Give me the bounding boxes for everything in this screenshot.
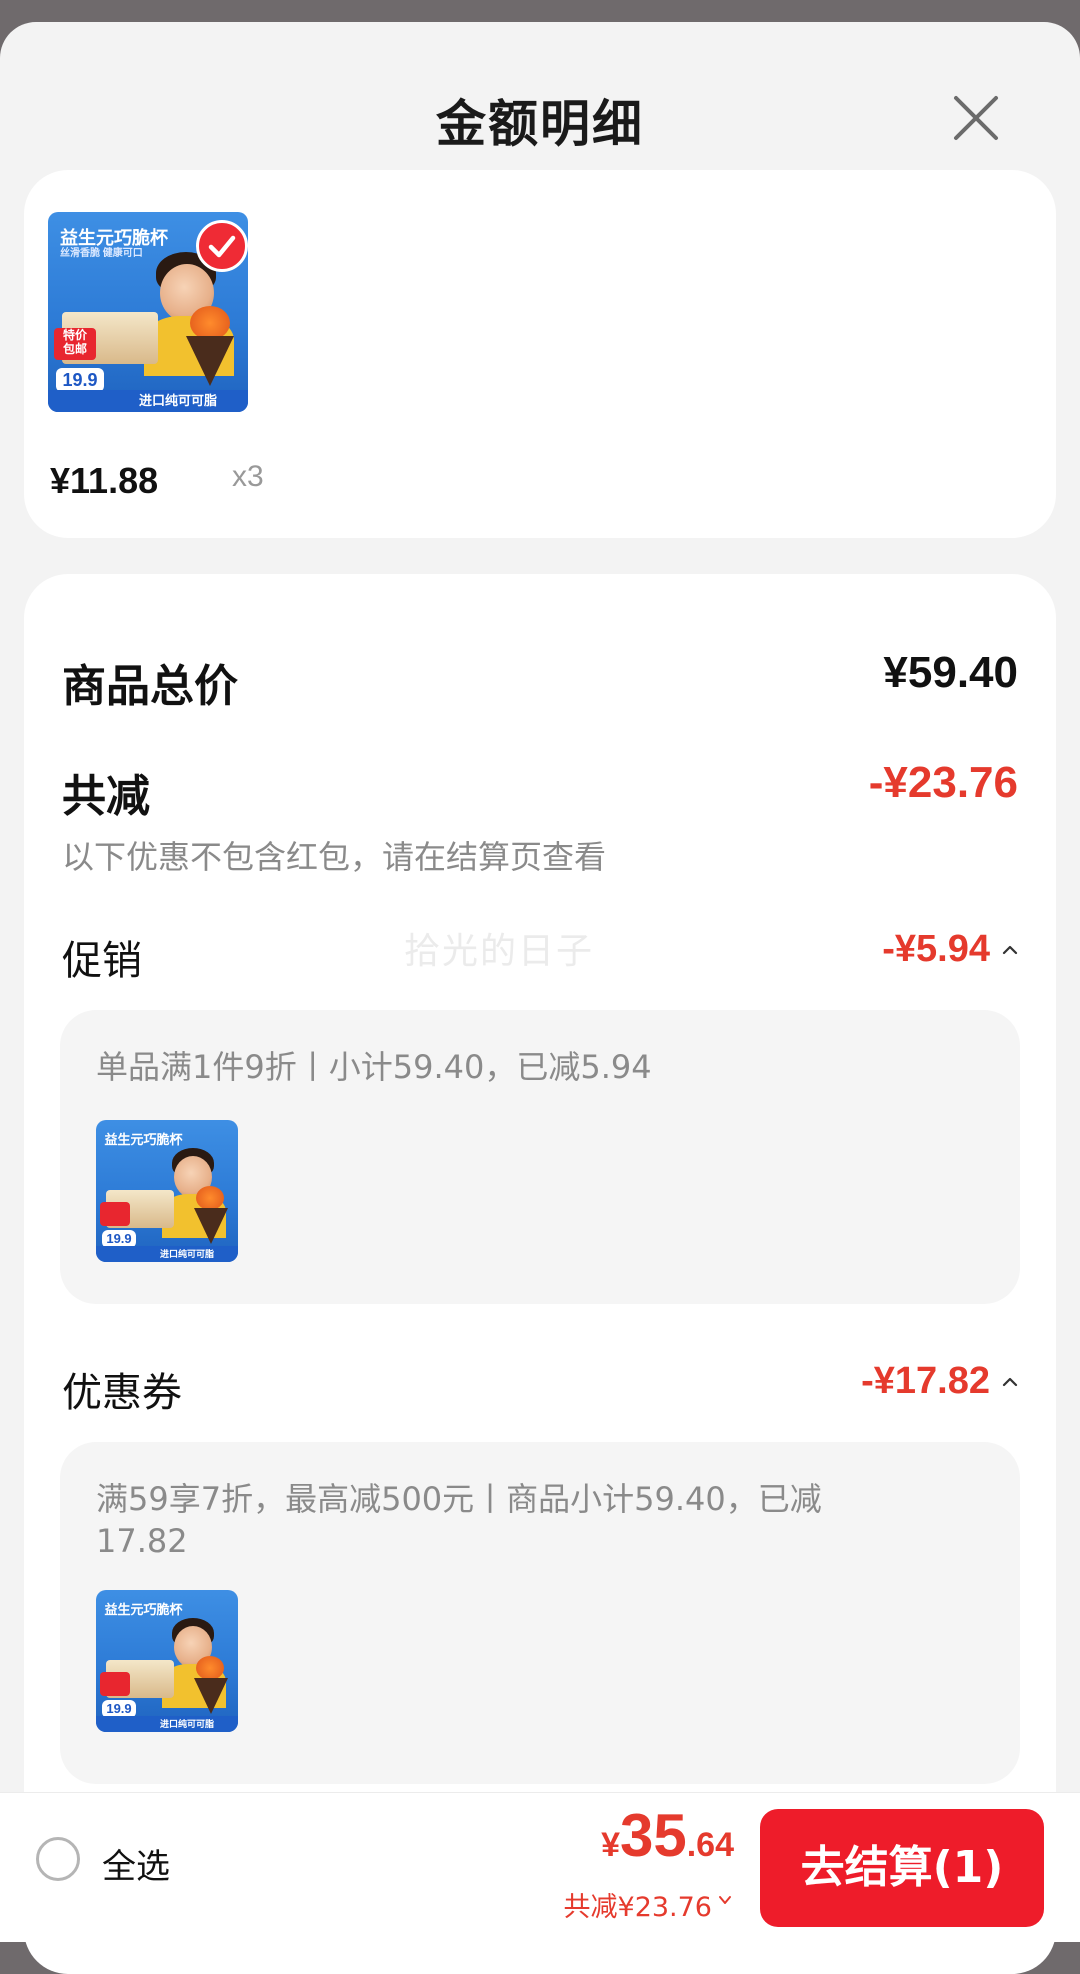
discount-note: 以下优惠不包含红包，请在结算页查看 <box>62 838 607 876</box>
coupon-value[interactable]: -¥17.82 <box>861 1360 990 1403</box>
chevron-down-icon[interactable] <box>718 1893 732 1907</box>
promotion-image-heading: 益生元巧脆杯 <box>104 1131 183 1147</box>
goods-total-label: 商品总价 <box>62 661 238 712</box>
special-offer-tag: 特价 包邮 <box>54 328 96 360</box>
coupon-detail-text: 满59享7折，最高减500元丨商品小计59.40，已减17.82 <box>96 1480 822 1560</box>
pay-amount: ¥35.64 <box>601 1801 734 1870</box>
promotion-product-image: 益生元巧脆杯 19.9 进口纯可可脂 <box>96 1120 238 1262</box>
product-image-sub: 丝滑香脆 健康可口 <box>60 248 143 259</box>
checkout-button[interactable]: 去结算(1) <box>760 1809 1044 1927</box>
total-reduce-summary[interactable]: 共减¥23.76 <box>564 1885 712 1924</box>
product-image-strip: 进口纯可可脂 <box>48 390 248 412</box>
coupon-detail-box: 满59享7折，最高减500元丨商品小计59.40，已减17.82 益生元巧脆杯 … <box>60 1442 1020 1784</box>
total-reduce-value: -¥23.76 <box>868 758 1018 807</box>
product-card: 益生元巧脆杯 丝滑香脆 健康可口 特价 包邮 19.9 进口纯可可脂 ¥11.8… <box>24 170 1056 538</box>
coupon-image-heading: 益生元巧脆杯 <box>104 1601 183 1617</box>
promotion-label[interactable]: 促销 <box>62 928 142 986</box>
coupon-image-strip: 进口纯可可脂 <box>96 1716 238 1732</box>
promotion-detail-text: 单品满1件9折丨小计59.40，已减5.94 <box>96 1048 652 1086</box>
price-detail-card: 商品总价 ¥59.40 共减 -¥23.76 以下优惠不包含红包，请在结算页查看… <box>24 574 1056 1974</box>
watermark: 拾光的日子 <box>404 931 595 972</box>
pay-amount-integer: 35 <box>619 1802 687 1869</box>
chevron-up-icon[interactable] <box>1002 942 1018 958</box>
selected-check-icon[interactable] <box>196 220 248 272</box>
select-all-radio[interactable] <box>36 1837 80 1881</box>
promotion-detail-box: 单品满1件9折丨小计59.40，已减5.94 益生元巧脆杯 19.9 进口纯可可… <box>60 1010 1020 1304</box>
product-quantity: x3 <box>232 460 264 493</box>
coupon-label[interactable]: 优惠券 <box>62 1360 182 1418</box>
promotion-image-strip: 进口纯可可脂 <box>96 1246 238 1262</box>
total-reduce-label: 共减 <box>62 771 150 822</box>
promotion-value[interactable]: -¥5.94 <box>882 928 990 971</box>
goods-total-value: ¥59.40 <box>883 648 1018 697</box>
chevron-up-icon[interactable] <box>1002 1374 1018 1390</box>
sheet-title: 金额明细 <box>436 95 644 153</box>
select-all-label[interactable]: 全选 <box>102 1839 170 1888</box>
checkout-bar: 全选 ¥35.64 共减¥23.76 去结算(1) <box>0 1792 1080 1942</box>
product-unit-price: ¥11.88 <box>50 460 159 501</box>
close-icon[interactable] <box>946 88 1006 148</box>
currency-symbol: ¥ <box>601 1826 620 1864</box>
product-image-price: 19.9 <box>56 368 104 392</box>
amount-detail-sheet: 金额明细 益生元巧脆杯 丝滑香脆 健康可口 特价 包邮 19.9 进口纯可可脂 <box>0 22 1080 1974</box>
coupon-product-image: 益生元巧脆杯 19.9 进口纯可可脂 <box>96 1590 238 1732</box>
pay-amount-decimal: .64 <box>686 1826 734 1864</box>
